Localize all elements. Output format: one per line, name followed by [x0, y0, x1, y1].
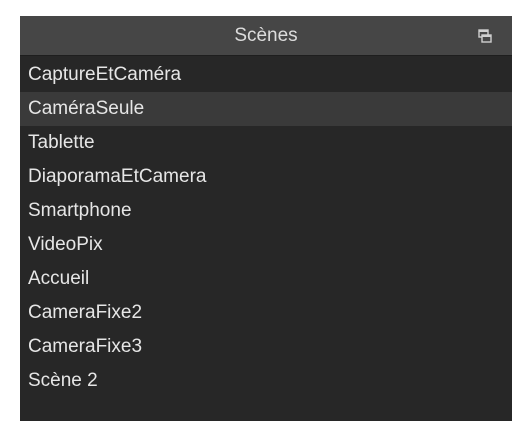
dock-title: Scènes: [234, 25, 298, 46]
scene-item[interactable]: CaptureEtCaméra: [20, 58, 512, 92]
scene-list: CaptureEtCaméra CaméraSeule Tablette Dia…: [20, 58, 512, 398]
scene-item[interactable]: VideoPix: [20, 228, 512, 262]
dock-title-bar[interactable]: Scènes: [20, 16, 512, 56]
scene-item[interactable]: Accueil: [20, 262, 512, 296]
scene-item[interactable]: Tablette: [20, 126, 512, 160]
scene-item[interactable]: CaméraSeule: [20, 92, 512, 126]
scene-item[interactable]: Scène 2: [20, 364, 512, 398]
scene-item[interactable]: CameraFixe2: [20, 296, 512, 330]
scene-item[interactable]: DiaporamaEtCamera: [20, 160, 512, 194]
scene-item[interactable]: Smartphone: [20, 194, 512, 228]
float-window-icon[interactable]: [478, 29, 492, 43]
scenes-dock: Scènes CaptureEtCaméra CaméraSeule Table…: [20, 16, 512, 421]
scene-item[interactable]: CameraFixe3: [20, 330, 512, 364]
